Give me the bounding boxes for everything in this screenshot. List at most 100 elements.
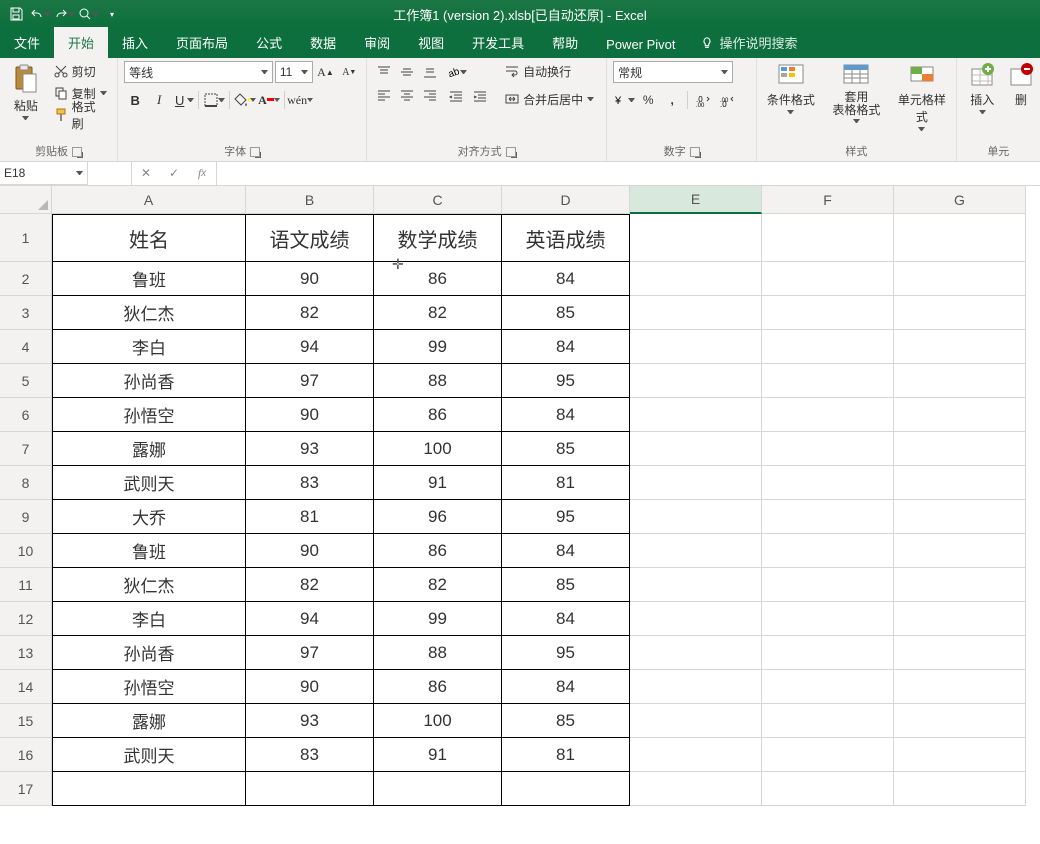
cell-G12[interactable]	[894, 602, 1026, 636]
align-top-icon[interactable]	[373, 61, 395, 83]
cell-C16[interactable]: 91	[374, 738, 502, 772]
decrease-font-icon[interactable]: A▼	[338, 61, 360, 83]
align-center-icon[interactable]	[396, 84, 418, 106]
cell-A4[interactable]: 李白	[52, 330, 246, 364]
redo-icon[interactable]	[52, 2, 76, 26]
cell-A12[interactable]: 李白	[52, 602, 246, 636]
font-dialog-launcher[interactable]	[250, 147, 260, 157]
cell-C1[interactable]: 数学成绩	[374, 214, 502, 262]
cell-F15[interactable]	[762, 704, 894, 738]
row-header-7[interactable]: 7	[0, 432, 52, 466]
fill-color-button[interactable]	[234, 89, 256, 111]
cell-E17[interactable]	[630, 772, 762, 806]
cell-C15[interactable]: 100	[374, 704, 502, 738]
row-header-17[interactable]: 17	[0, 772, 52, 806]
cell-A3[interactable]: 狄仁杰	[52, 296, 246, 330]
cell-G14[interactable]	[894, 670, 1026, 704]
format-painter-button[interactable]: 格式刷	[50, 105, 111, 125]
tell-me-search[interactable]: 操作说明搜索	[690, 27, 808, 58]
cut-button[interactable]: 剪切	[50, 61, 111, 81]
number-format-select[interactable]: 常规	[613, 61, 733, 83]
tab-insert[interactable]: 插入	[108, 27, 162, 58]
cell-C5[interactable]: 88	[374, 364, 502, 398]
cell-C10[interactable]: 86	[374, 534, 502, 568]
cell-B13[interactable]: 97	[246, 636, 374, 670]
row-header-14[interactable]: 14	[0, 670, 52, 704]
tab-home[interactable]: 开始	[54, 27, 108, 58]
percent-format-button[interactable]: %	[637, 89, 659, 111]
tab-data[interactable]: 数据	[296, 27, 350, 58]
clipboard-dialog-launcher[interactable]	[72, 147, 82, 157]
conditional-formatting-button[interactable]: 条件格式	[763, 61, 818, 131]
column-header-A[interactable]: A	[52, 186, 246, 214]
cell-E9[interactable]	[630, 500, 762, 534]
cell-A13[interactable]: 孙尚香	[52, 636, 246, 670]
align-left-icon[interactable]	[373, 84, 395, 106]
cell-D1[interactable]: 英语成绩	[502, 214, 630, 262]
row-header-9[interactable]: 9	[0, 500, 52, 534]
cell-G2[interactable]	[894, 262, 1026, 296]
spreadsheet-grid[interactable]: ABCDEFG 1234567891011121314151617 姓名语文成绩…	[0, 186, 1040, 844]
cell-A2[interactable]: 鲁班	[52, 262, 246, 296]
cell-D16[interactable]: 81	[502, 738, 630, 772]
decrease-indent-icon[interactable]	[445, 85, 467, 107]
tab-power-pivot[interactable]: Power Pivot	[592, 31, 689, 58]
cell-F5[interactable]	[762, 364, 894, 398]
cell-A7[interactable]: 露娜	[52, 432, 246, 466]
font-color-button[interactable]: A	[258, 89, 280, 111]
cell-D10[interactable]: 84	[502, 534, 630, 568]
cell-A8[interactable]: 武则天	[52, 466, 246, 500]
cell-G1[interactable]	[894, 214, 1026, 262]
preview-icon[interactable]	[76, 2, 100, 26]
cell-D4[interactable]: 84	[502, 330, 630, 364]
cell-B14[interactable]: 90	[246, 670, 374, 704]
cell-B15[interactable]: 93	[246, 704, 374, 738]
cell-A9[interactable]: 大乔	[52, 500, 246, 534]
cell-E10[interactable]	[630, 534, 762, 568]
insert-cells-button[interactable]: 插入	[963, 61, 1002, 114]
cell-B12[interactable]: 94	[246, 602, 374, 636]
cell-G13[interactable]	[894, 636, 1026, 670]
increase-font-icon[interactable]: A▲	[315, 61, 337, 83]
cancel-formula-icon[interactable]: ✕	[132, 162, 160, 184]
qat-customize-icon[interactable]: ▾	[100, 2, 124, 26]
row-header-8[interactable]: 8	[0, 466, 52, 500]
cell-F17[interactable]	[762, 772, 894, 806]
comma-format-button[interactable]: ,	[661, 89, 683, 111]
cell-styles-button[interactable]: 单元格样式	[894, 61, 949, 131]
paste-button[interactable]: 粘贴	[6, 61, 46, 125]
cell-F9[interactable]	[762, 500, 894, 534]
cell-F16[interactable]	[762, 738, 894, 772]
underline-button[interactable]: U	[172, 89, 194, 111]
wrap-text-button[interactable]: 自动换行	[501, 61, 598, 81]
cell-E14[interactable]	[630, 670, 762, 704]
cell-C6[interactable]: 86	[374, 398, 502, 432]
column-header-C[interactable]: C	[374, 186, 502, 214]
formula-input[interactable]	[217, 162, 1040, 185]
cell-G7[interactable]	[894, 432, 1026, 466]
cell-C9[interactable]: 96	[374, 500, 502, 534]
cell-A11[interactable]: 狄仁杰	[52, 568, 246, 602]
row-header-1[interactable]: 1	[0, 214, 52, 262]
cell-D11[interactable]: 85	[502, 568, 630, 602]
row-header-15[interactable]: 15	[0, 704, 52, 738]
cell-G5[interactable]	[894, 364, 1026, 398]
align-middle-icon[interactable]	[396, 61, 418, 83]
cell-C12[interactable]: 99	[374, 602, 502, 636]
cell-F3[interactable]	[762, 296, 894, 330]
cell-B16[interactable]: 83	[246, 738, 374, 772]
column-header-D[interactable]: D	[502, 186, 630, 214]
row-header-10[interactable]: 10	[0, 534, 52, 568]
cell-B17[interactable]	[246, 772, 374, 806]
cell-A10[interactable]: 鲁班	[52, 534, 246, 568]
cell-C14[interactable]: 86	[374, 670, 502, 704]
cell-A1[interactable]: 姓名	[52, 214, 246, 262]
row-header-2[interactable]: 2	[0, 262, 52, 296]
cell-D6[interactable]: 84	[502, 398, 630, 432]
cell-G17[interactable]	[894, 772, 1026, 806]
cell-A5[interactable]: 孙尚香	[52, 364, 246, 398]
cell-F6[interactable]	[762, 398, 894, 432]
tab-developer[interactable]: 开发工具	[458, 27, 538, 58]
cell-D2[interactable]: 84	[502, 262, 630, 296]
tab-review[interactable]: 审阅	[350, 27, 404, 58]
